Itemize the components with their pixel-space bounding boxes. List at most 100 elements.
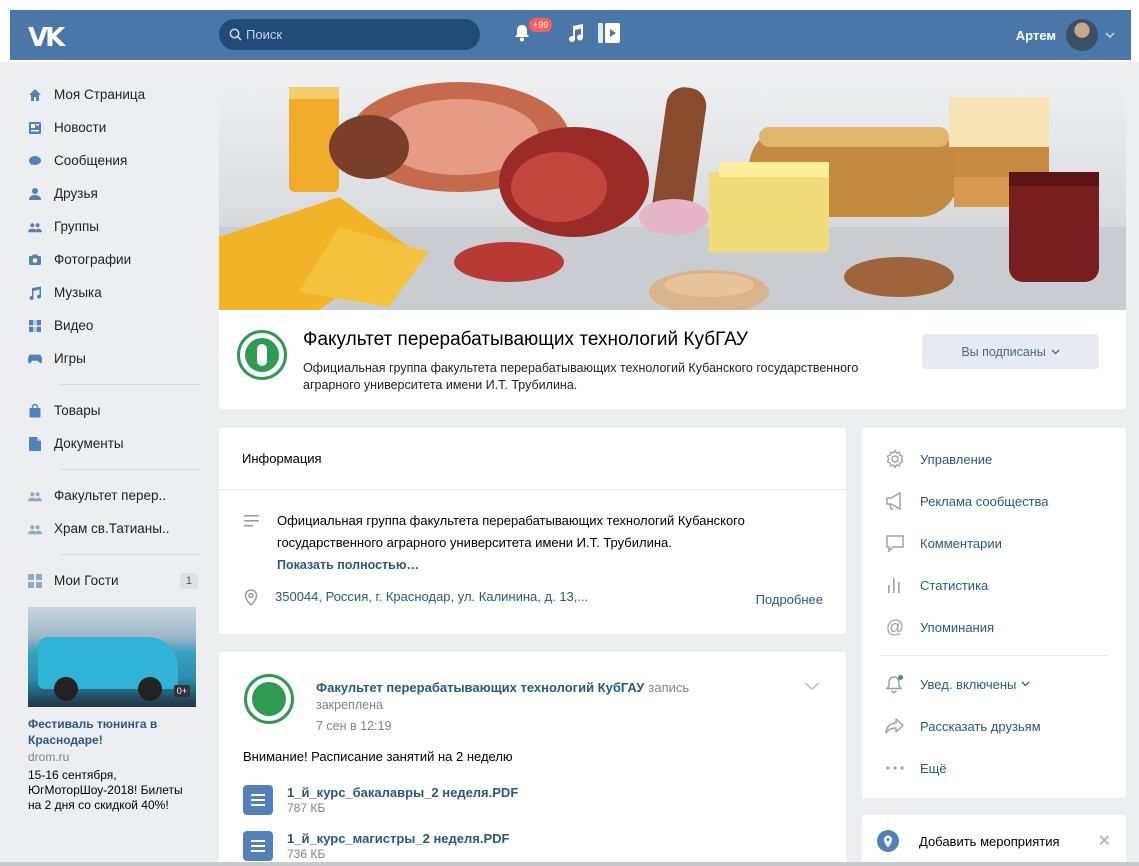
attachment-name[interactable]: 1_й_курс_магистры_2 неделя.PDF: [287, 830, 509, 847]
top-header: VK +99 Артем: [0, 0, 1139, 62]
menu-item-more[interactable]: Ещё: [884, 756, 947, 780]
music-icon[interactable]: [568, 23, 584, 43]
age-rating-badge: 0+: [173, 685, 190, 697]
sidebar-item-label: Мои Гости: [54, 573, 119, 588]
sidebar-item-label: Факультет перер..: [54, 488, 167, 503]
sidebar-item-video[interactable]: Видео: [28, 309, 198, 342]
menu-item-advertise[interactable]: Реклама сообщества: [884, 489, 1049, 513]
post-author-link[interactable]: Факультет перерабатывающих технологий Ку…: [316, 680, 644, 695]
sidebar-divider: [60, 384, 200, 385]
menu-item-manage[interactable]: Управление: [884, 447, 992, 471]
sidebar-item-games[interactable]: Игры: [28, 342, 198, 375]
guests-count-badge: 1: [179, 572, 198, 589]
sidebar-item-music[interactable]: Музыка: [28, 276, 198, 309]
sidebar-item-group-temple[interactable]: Храм св.Татианы..: [28, 512, 198, 545]
sidebar-item-label: Товары: [54, 403, 101, 418]
info-description: Официальная группа факультета перерабаты…: [277, 513, 745, 550]
group-logo-icon: [245, 338, 279, 372]
post-pinned-label: закреплена: [316, 698, 383, 712]
sidebar-item-news[interactable]: Новости: [28, 111, 198, 144]
menu-item-label: Статистика: [920, 577, 989, 593]
sidebar-item-documents[interactable]: Документы: [28, 427, 198, 460]
at-icon: @: [885, 616, 905, 637]
attachment-size: 736 КБ: [287, 847, 326, 861]
group-description: Официальная группа факультета перерабаты…: [303, 361, 859, 392]
vk-logo[interactable]: VK: [28, 23, 65, 53]
sidebar-item-friends[interactable]: Друзья: [28, 177, 198, 210]
ad-title[interactable]: Фестиваль тюнинга в Краснодаре!: [28, 716, 198, 748]
attachment-name[interactable]: 1_й_курс_бакалавры_2 неделя.PDF: [287, 784, 518, 801]
menu-item-label: Увед. включены: [920, 676, 1017, 692]
play-icon[interactable]: [598, 23, 620, 43]
grid-icon: [28, 573, 42, 588]
address-link[interactable]: 350044, Россия, г. Краснодар, ул. Калини…: [275, 589, 588, 606]
ad-source: drom.ru: [28, 750, 70, 764]
group-cover-card: Факультет перерабатывающих технологий Ку…: [219, 77, 1126, 409]
sidebar-item-photos[interactable]: Фотографии: [28, 243, 198, 276]
menu-item-label: Упоминания: [920, 619, 995, 635]
document-icon: [28, 436, 42, 451]
menu-item-comments[interactable]: Комментарии: [884, 531, 1002, 555]
document-icon: [243, 784, 273, 815]
sidebar-item-label: Игры: [54, 351, 86, 366]
location-pin-icon: [244, 589, 258, 606]
menu-item-label: Комментарии: [920, 535, 1002, 551]
sidebar-item-groups[interactable]: Группы: [28, 210, 198, 243]
add-event-panel[interactable]: Добавить мероприятия ✕: [862, 815, 1126, 866]
subscribed-button[interactable]: Вы подписаны: [922, 334, 1099, 369]
groups-icon: [28, 489, 42, 503]
post-author-avatar[interactable]: [244, 674, 294, 724]
megaphone-icon: [884, 492, 906, 510]
search-box[interactable]: [219, 19, 480, 50]
sidebar-item-guests[interactable]: Мои Гости 1: [28, 564, 198, 597]
menu-item-mentions[interactable]: @ Упоминания: [884, 615, 994, 639]
music-icon: [28, 286, 42, 300]
search-input[interactable]: [246, 27, 466, 42]
sidebar-item-label: Моя Страница: [54, 87, 146, 102]
bag-icon: [28, 403, 42, 418]
sidebar-item-group-faculty[interactable]: Факультет перер..: [28, 479, 198, 512]
menu-item-label: Ещё: [920, 760, 947, 776]
sidebar-item-label: Сообщения: [54, 153, 128, 168]
post-date[interactable]: 7 сен в 12:19: [316, 719, 391, 733]
avatar: [1066, 19, 1098, 51]
post-text: Внимание! Расписание занятий на 2 неделю: [243, 749, 513, 764]
search-icon: [229, 28, 242, 41]
close-icon[interactable]: ✕: [1098, 831, 1111, 851]
sidebar-item-my-page[interactable]: Моя Страница: [28, 78, 198, 111]
info-description-row: Официальная группа факультета перерабаты…: [244, 510, 827, 576]
sidebar-item-label: Группы: [54, 219, 99, 234]
sidebar-item-goods[interactable]: Товары: [28, 394, 198, 427]
pinned-post: Факультет перерабатывающих технологий Ку…: [219, 652, 846, 866]
post-attachment[interactable]: 1_й_курс_магистры_2 неделя.PDF 736 КБ: [243, 830, 509, 861]
details-link[interactable]: Подробнее: [756, 592, 823, 607]
messages-icon: [28, 154, 42, 168]
post-note: запись: [648, 680, 690, 695]
share-icon: [884, 717, 906, 735]
menu-item-share[interactable]: Рассказать друзьям: [884, 714, 1041, 738]
menu-item-label: Управление: [920, 451, 993, 467]
user-menu[interactable]: Артем: [1016, 19, 1115, 51]
stats-icon: [884, 576, 906, 594]
sidebar-item-label: Храм св.Татианы..: [54, 521, 170, 536]
more-icon: [884, 766, 906, 770]
ad-wheel: [138, 677, 162, 701]
window-bottom-edge: [0, 862, 1139, 866]
menu-item-label: Реклама сообщества: [920, 493, 1049, 509]
sidebar-divider: [60, 554, 200, 555]
sidebar-item-label: Документы: [54, 436, 124, 451]
sidebar-item-label: Музыка: [54, 285, 102, 300]
chevron-down-icon[interactable]: [804, 682, 820, 691]
group-avatar[interactable]: [237, 330, 287, 380]
cover-illustration: [219, 82, 1126, 314]
friend-icon: [28, 187, 42, 201]
chevron-down-icon: [1021, 681, 1030, 687]
ad-text: 15-16 сентября, ЮгМоторШоу-2018! Билеты …: [28, 768, 183, 812]
menu-item-stats[interactable]: Статистика: [884, 573, 988, 597]
show-more-link[interactable]: Показать полностью…: [277, 558, 419, 572]
post-attachment[interactable]: 1_й_курс_бакалавры_2 неделя.PDF 787 КБ: [243, 784, 518, 815]
ad-image[interactable]: 0+: [28, 607, 196, 707]
menu-item-notifications[interactable]: Увед. включены: [884, 672, 1030, 696]
sidebar-item-messages[interactable]: Сообщения: [28, 144, 198, 177]
sidebar-item-label: Новости: [54, 120, 107, 135]
